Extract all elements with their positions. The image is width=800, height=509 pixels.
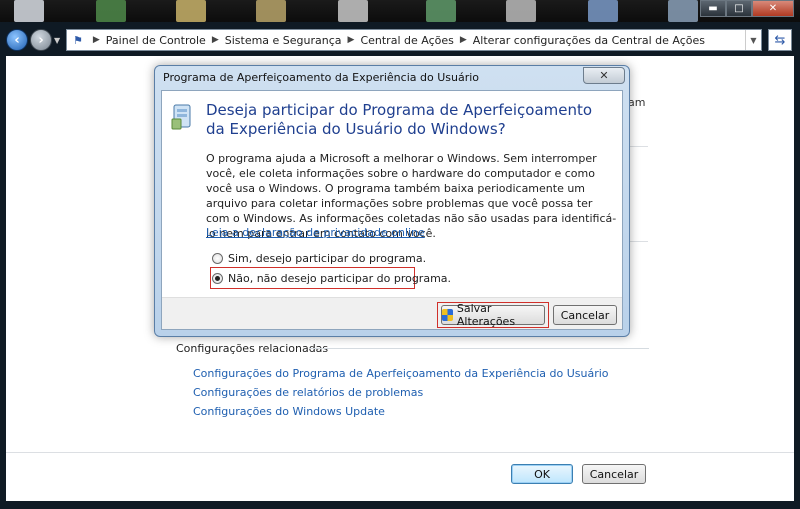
desktop-icon[interactable] [588,0,618,22]
option-no-label: Não, não desejo participar do programa. [228,272,452,285]
radio-yes[interactable] [212,253,223,264]
desktop-icon[interactable] [176,0,206,22]
radio-no[interactable] [212,273,223,284]
chevron-right-icon[interactable]: ▶ [460,35,467,45]
desktop-icon[interactable] [338,0,368,22]
ceip-icon [171,104,191,130]
divider [6,452,794,453]
refresh-icon[interactable]: ⇆ [768,29,792,51]
related-link-ceip[interactable]: Configurações do Programa de Aperfeiçoam… [193,367,609,380]
breadcrumb-item[interactable]: Alterar configurações da Central de Açõe… [473,34,705,47]
navigation-bar: ‹ › ▼ ⚑ ▶ Painel de Controle ▶ Sistema e… [0,26,800,54]
related-link-windows-update[interactable]: Configurações do Windows Update [193,405,385,418]
close-button[interactable]: ✕ [752,0,794,17]
desktop-icon[interactable] [426,0,456,22]
window-controls: ▬ □ ✕ [700,0,794,18]
cancel-button[interactable]: Cancelar [582,464,646,484]
dialog-title: Programa de Aperfeiçoamento da Experiênc… [163,71,480,84]
dialog-cancel-button[interactable]: Cancelar [553,305,617,325]
breadcrumb-item[interactable]: Central de Ações [360,34,453,47]
privacy-statement-link[interactable]: Leia a declaração de privacidade online [206,226,425,239]
maximize-button[interactable]: □ [726,0,752,17]
radio-selected-dot [215,276,220,281]
save-changes-label: Salvar Alterações [456,302,516,328]
chevron-right-icon[interactable]: ▶ [93,35,100,45]
desktop-icon[interactable] [506,0,536,22]
option-yes-label: Sim, desejo participar do programa. [228,252,427,265]
save-changes-button[interactable]: Salvar Alterações [441,302,545,328]
ceip-dialog: Programa de Aperfeiçoamento da Experiênc… [154,65,630,337]
desktop-icon[interactable] [14,0,44,22]
control-panel-flag-icon: ⚑ [73,33,83,47]
address-dropdown-icon[interactable]: ▼ [745,30,761,50]
recent-pages-dropdown-icon[interactable]: ▼ [54,36,60,45]
desktop-icon[interactable] [668,0,698,22]
desktop-icon[interactable] [256,0,286,22]
divider [309,348,649,349]
divider [628,241,648,242]
option-no[interactable]: Não, não desejo participar do programa. [212,272,451,285]
desktop-icon[interactable] [96,0,126,22]
dialog-footer: Salvar Alterações Cancelar [162,297,622,329]
divider [628,146,648,147]
dialog-body: Deseja participar do Programa de Aperfei… [161,90,623,330]
breadcrumb-item[interactable]: Sistema e Segurança [225,34,342,47]
uac-shield-icon [442,309,453,321]
partial-text: am [628,96,646,109]
related-link-problem-reports[interactable]: Configurações de relatórios de problemas [193,386,423,399]
dialog-close-button[interactable]: ✕ [583,67,625,84]
option-yes[interactable]: Sim, desejo participar do programa. [212,252,426,265]
dialog-heading: Deseja participar do Programa de Aperfei… [206,101,593,138]
chevron-right-icon[interactable]: ▶ [212,35,219,45]
forward-button[interactable]: › [30,29,52,51]
chevron-right-icon[interactable]: ▶ [348,35,355,45]
ok-button[interactable]: OK [511,464,573,484]
breadcrumb-item[interactable]: Painel de Controle [106,34,206,47]
minimize-button[interactable]: ▬ [700,0,726,17]
address-bar[interactable]: ⚑ ▶ Painel de Controle ▶ Sistema e Segur… [66,29,762,51]
related-settings-title: Configurações relacionadas [176,342,329,355]
back-button[interactable]: ‹ [6,29,28,51]
